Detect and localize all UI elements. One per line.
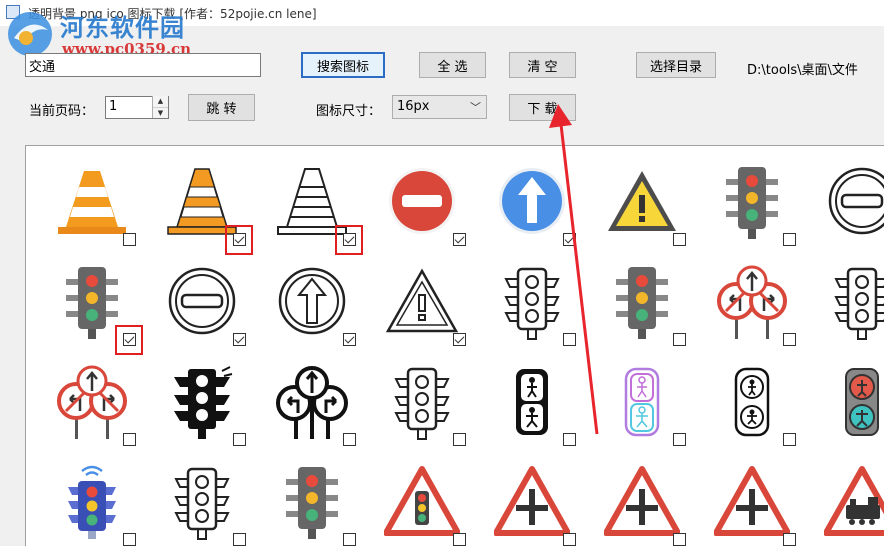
- icon-grid: [25, 145, 884, 546]
- traffic-light-outline-icon: [504, 267, 560, 340]
- icon-cell[interactable]: [694, 445, 804, 546]
- search-button[interactable]: 搜索图标: [301, 52, 385, 78]
- traffic-light-color-icon: [286, 467, 338, 539]
- icon-cell[interactable]: [144, 146, 254, 255]
- crossroads-warning-sign-icon: [494, 466, 570, 536]
- pedestrian-signal-outline-icon: [734, 367, 770, 437]
- icon-size-value: 16px: [397, 99, 430, 114]
- icon-checkbox[interactable]: [343, 533, 356, 546]
- icon-cell[interactable]: [144, 245, 254, 346]
- no-entry-outline-icon: [168, 267, 236, 335]
- chevron-down-icon: ﹀: [470, 101, 481, 114]
- clear-button[interactable]: 清 空: [509, 52, 576, 78]
- jump-button[interactable]: 跳 转: [188, 94, 255, 121]
- icon-cell[interactable]: [364, 445, 474, 546]
- icon-cell[interactable]: [254, 345, 364, 446]
- search-input[interactable]: 交通: [25, 53, 261, 77]
- icon-checkbox[interactable]: [563, 533, 576, 546]
- icon-cell[interactable]: [144, 345, 254, 446]
- download-button[interactable]: 下 载: [509, 94, 576, 121]
- page-label: 当前页码：: [29, 104, 95, 119]
- no-turn-signs-icon: [717, 265, 787, 339]
- title-bar: 透明背景 png ico 图标下载 [作者：52pojie.cn lene]: [0, 0, 884, 26]
- icon-cell[interactable]: [34, 245, 144, 355]
- icon-cell[interactable]: [474, 345, 584, 446]
- traffic-light-outline-icon: [834, 267, 884, 340]
- icon-cell[interactable]: [474, 146, 584, 246]
- icon-size-select[interactable]: 16px ﹀: [392, 95, 487, 119]
- traffic-light-warning-sign-icon: [384, 466, 460, 536]
- icon-cell[interactable]: [584, 345, 694, 446]
- app-icon: [6, 5, 20, 19]
- icon-cell[interactable]: [34, 445, 144, 546]
- icon-cell[interactable]: [34, 146, 144, 246]
- page-spinner[interactable]: ▲ ▼: [152, 96, 168, 118]
- traffic-light-color-icon: [616, 267, 668, 339]
- icon-cell[interactable]: [144, 445, 254, 546]
- traffic-cone-orange-icon: [58, 171, 126, 234]
- icon-cell[interactable]: [34, 345, 144, 446]
- icon-cell[interactable]: [364, 345, 474, 446]
- traffic-light-outline-icon: [174, 467, 230, 540]
- icon-cell[interactable]: [364, 245, 474, 346]
- icon-cell[interactable]: [474, 245, 584, 346]
- no-entry-outline-icon: [828, 167, 884, 235]
- icon-cell[interactable]: [254, 445, 364, 546]
- icon-cell[interactable]: [584, 245, 694, 346]
- ahead-only-outline-icon: [278, 267, 346, 335]
- spin-up-icon[interactable]: ▲: [153, 96, 168, 107]
- smart-traffic-light-icon: [68, 465, 116, 539]
- icon-cell[interactable]: [584, 445, 694, 546]
- icon-cell[interactable]: [474, 445, 584, 546]
- window-title: 透明背景 png ico 图标下载 [作者：52pojie.cn lene]: [28, 7, 317, 21]
- traffic-light-outline-icon: [394, 367, 450, 440]
- icon-cell[interactable]: [804, 146, 884, 245]
- icon-cell[interactable]: [694, 345, 804, 446]
- crossroads-warning-sign-icon: [604, 466, 680, 536]
- pedestrian-signal-gradient-icon: [624, 367, 660, 437]
- spin-down-icon[interactable]: ▼: [153, 106, 168, 118]
- pedestrian-signal-solid-icon: [516, 369, 548, 435]
- directory-path: D:\tools\桌面\文件: [747, 63, 858, 78]
- icon-cell[interactable]: [804, 345, 884, 445]
- warning-triangle-outline-icon: [385, 268, 459, 333]
- icon-cell[interactable]: [804, 445, 884, 545]
- icon-cell[interactable]: [254, 245, 364, 346]
- icon-cell[interactable]: [584, 146, 694, 246]
- icon-checkbox[interactable]: [673, 533, 686, 546]
- icon-checkbox[interactable]: [123, 533, 136, 546]
- icon-cell[interactable]: [694, 245, 804, 346]
- traffic-light-solid-icon: [174, 366, 233, 439]
- icon-checkbox[interactable]: [233, 533, 246, 546]
- select-all-button[interactable]: 全 选: [419, 52, 486, 78]
- turn-signs-solid-icon: [276, 366, 348, 439]
- icon-size-label: 图标尺寸：: [316, 104, 382, 119]
- choose-directory-button[interactable]: 选择目录: [636, 52, 716, 78]
- icon-cell[interactable]: [694, 146, 804, 246]
- crossroads-warning-sign-icon: [714, 466, 790, 536]
- warning-triangle-icon: [608, 171, 676, 231]
- no-turn-signs-icon: [57, 365, 127, 439]
- icon-cell[interactable]: [804, 245, 884, 345]
- no-entry-sign-icon: [389, 168, 455, 234]
- train-warning-sign-icon: [824, 466, 884, 536]
- ahead-only-sign-icon: [499, 168, 565, 234]
- icon-checkbox[interactable]: [783, 533, 796, 546]
- icon-checkbox[interactable]: [453, 533, 466, 546]
- traffic-light-color-icon: [726, 167, 778, 239]
- icon-cell[interactable]: [254, 146, 364, 255]
- pedestrian-signal-color-icon: [845, 368, 879, 436]
- icon-cell[interactable]: [364, 146, 474, 246]
